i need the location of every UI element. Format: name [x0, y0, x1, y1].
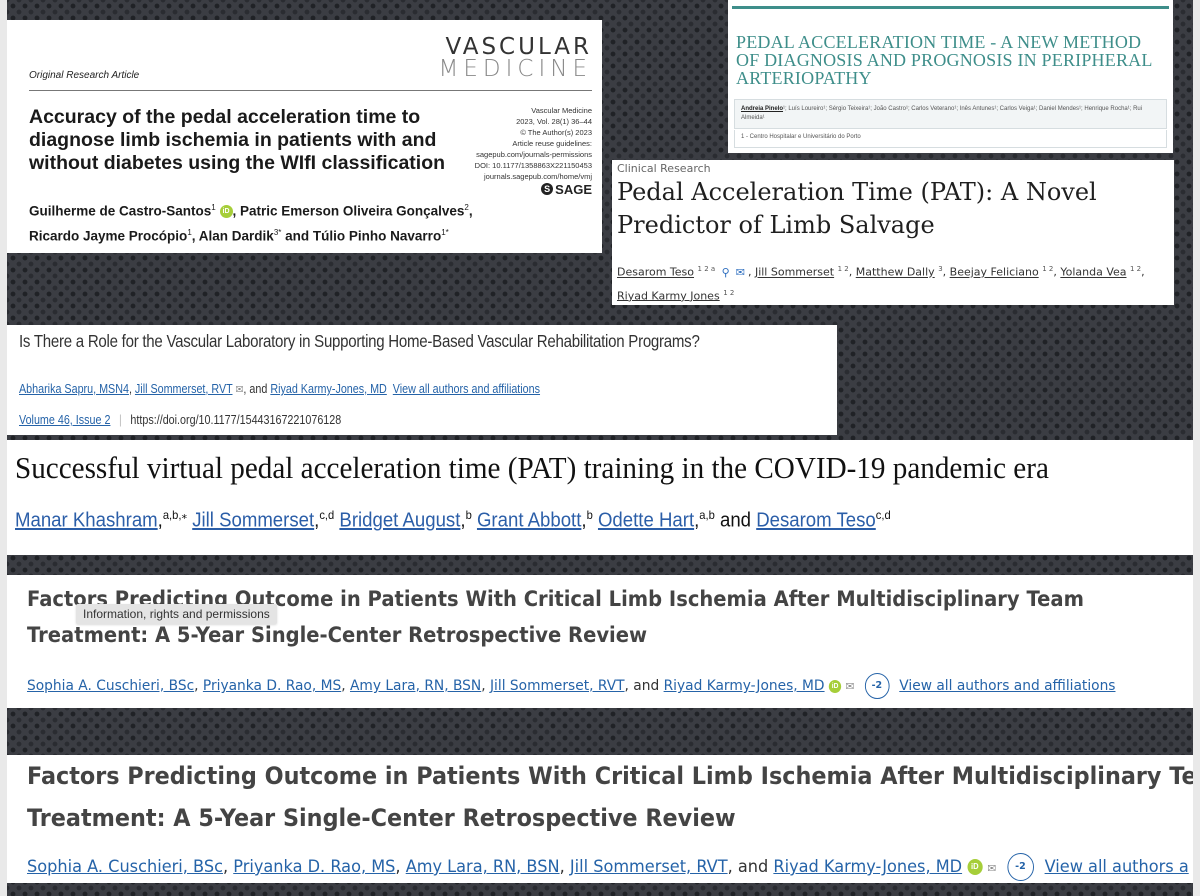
- cli-review-article-header: Factors Predicting Outcome in Patients W…: [7, 575, 1193, 708]
- divider: [732, 6, 1169, 9]
- author-list: Guilherme de Castro-Santos1 iD, Patric E…: [29, 203, 473, 243]
- orcid-icon[interactable]: iD: [828, 679, 842, 693]
- affiliation: 1 - Centro Hospitalar e Universitário do…: [734, 130, 1167, 148]
- author-link[interactable]: Riyad Karmy-Jones, MD: [270, 382, 386, 396]
- article-title: Pedal Acceleration Time (PAT): A Novel P…: [617, 178, 1097, 239]
- article-title: Successful virtual pedal acceleration ti…: [15, 450, 1049, 485]
- cli-review-article-header-enlarged: Factors Predicting Outcome in Patients W…: [7, 755, 1193, 883]
- author-link[interactable]: Sophia A. Cuschieri, BSc: [27, 678, 194, 694]
- rehab-article-header: Is There a Role for the Vascular Laborat…: [7, 325, 837, 435]
- author-link[interactable]: Desarom Teso: [756, 510, 876, 532]
- author-list: Sophia A. Cuschieri, BSc, Priyanka D. Ra…: [27, 853, 1189, 881]
- journal-logo: VASCULAR MEDICINE: [438, 34, 592, 82]
- author-list: Andreia Pinelo¹; Luís Loureiro¹; Sérgio …: [734, 99, 1167, 129]
- view-all-authors-link[interactable]: View all authors and affiliations: [393, 382, 540, 396]
- vascular-medicine-article-header: Original Research Article VASCULAR MEDIC…: [7, 20, 602, 253]
- author-link[interactable]: Riyad Karmy Jones: [617, 289, 720, 302]
- volume-issue-link[interactable]: Volume 46, Issue 2: [19, 413, 110, 427]
- author-list: Manar Khashram,a,b,⁎ Jill Sommerset,c,d …: [15, 508, 891, 532]
- author-link[interactable]: Grant Abbott: [477, 510, 581, 532]
- more-authors-badge[interactable]: -2: [864, 673, 890, 699]
- article-title: PEDAL ACCELERATION TIME - A NEW METHOD O…: [736, 32, 1152, 88]
- author-link[interactable]: Sophia A. Cuschieri, BSc: [27, 857, 223, 877]
- author-link[interactable]: Bridget August: [339, 510, 460, 532]
- author-link[interactable]: Abharika Sapru, MSN4: [19, 382, 129, 396]
- view-all-authors-link[interactable]: View all authors and affiliations: [899, 678, 1115, 694]
- mail-icon[interactable]: ✉: [846, 680, 855, 693]
- mail-icon[interactable]: ✉: [988, 862, 997, 875]
- author-link[interactable]: Amy Lara, RN, BSN: [406, 857, 560, 877]
- view-all-authors-link[interactable]: View all authors a: [1045, 857, 1189, 877]
- sage-mark-icon: S: [541, 183, 554, 195]
- issue-meta: Volume 46, Issue 2 | https://doi.org/10.11…: [19, 413, 341, 427]
- divider: [29, 90, 592, 91]
- author-link[interactable]: Riyad Karmy-Jones, MD: [664, 678, 825, 694]
- journal-meta: Vascular Medicine 2023, Vol. 28(1) 36–44…: [474, 106, 592, 197]
- tooltip: Information, rights and permissions: [76, 604, 277, 624]
- more-authors-badge[interactable]: -2: [1007, 853, 1034, 881]
- author-link[interactable]: Jill Sommerset, RVT: [135, 382, 233, 396]
- author-link[interactable]: Amy Lara, RN, BSN: [350, 678, 481, 694]
- author-link[interactable]: Manar Khashram: [15, 510, 158, 532]
- author-link[interactable]: Odette Hart: [598, 510, 694, 532]
- author-link[interactable]: Desarom Teso: [617, 266, 694, 279]
- author-list: Abharika Sapru, MSN4, Jill Sommerset, RV…: [19, 382, 541, 396]
- author-link[interactable]: Jill Sommerset: [755, 266, 834, 279]
- article-title: Is There a Role for the Vascular Laborat…: [19, 331, 700, 351]
- author-link[interactable]: Beejay Feliciano: [950, 266, 1039, 279]
- covid-pat-training-article-header: Successful virtual pedal acceleration ti…: [7, 440, 1193, 555]
- author-list: Sophia A. Cuschieri, BSc, Priyanka D. Ra…: [27, 673, 1115, 699]
- author-list: Desarom Teso 1 2 a ⚲ ✉, Jill Sommerset 1 …: [617, 265, 1145, 303]
- author-link[interactable]: Priyanka D. Rao, MS: [203, 678, 341, 694]
- clinical-research-article-header: Clinical Research Pedal Acceleration Tim…: [612, 160, 1174, 305]
- porto-abstract-header: PEDAL ACCELERATION TIME - A NEW METHOD O…: [728, 0, 1173, 153]
- mail-icon[interactable]: ✉: [736, 266, 745, 279]
- article-title: Factors Predicting Outcome in Patients W…: [27, 762, 1193, 832]
- orcid-icon[interactable]: iD: [967, 859, 983, 875]
- article-title: Accuracy of the pedal acceleration time …: [29, 106, 446, 174]
- author-link[interactable]: Andreia Pinelo: [741, 106, 783, 112]
- person-icon[interactable]: ⚲: [722, 266, 730, 279]
- doi: https://doi.org/10.1177/1544316722107612…: [130, 413, 342, 427]
- article-category: Clinical Research: [617, 162, 711, 175]
- author-link[interactable]: Priyanka D. Rao, MS: [233, 857, 395, 877]
- author-link[interactable]: Jill Sommerset, RVT: [570, 857, 728, 877]
- author-link[interactable]: Jill Sommerset: [192, 510, 314, 532]
- article-type: Original Research Article: [29, 70, 140, 81]
- author-link[interactable]: Riyad Karmy-Jones, MD: [773, 857, 962, 877]
- orcid-icon[interactable]: iD: [219, 205, 233, 219]
- separator: |: [119, 413, 122, 427]
- sage-logo: S SAGE: [541, 183, 592, 196]
- author-link[interactable]: Jill Sommerset, RVT: [490, 678, 625, 694]
- author-link[interactable]: Matthew Dally: [856, 266, 935, 279]
- author-link[interactable]: Yolanda Vea: [1060, 266, 1126, 279]
- mail-icon[interactable]: ✉: [235, 384, 243, 396]
